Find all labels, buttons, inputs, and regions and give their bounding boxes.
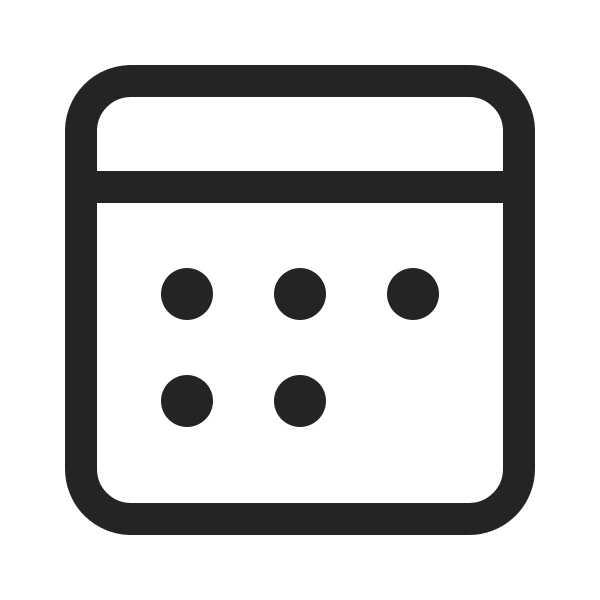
icon-canvas <box>0 0 600 600</box>
date-dot <box>274 375 326 427</box>
date-dot <box>387 268 439 320</box>
date-dot <box>161 375 213 427</box>
calendar-icon <box>65 65 535 535</box>
calendar-date-dots <box>161 268 439 427</box>
date-dot <box>161 268 213 320</box>
date-dot <box>274 268 326 320</box>
